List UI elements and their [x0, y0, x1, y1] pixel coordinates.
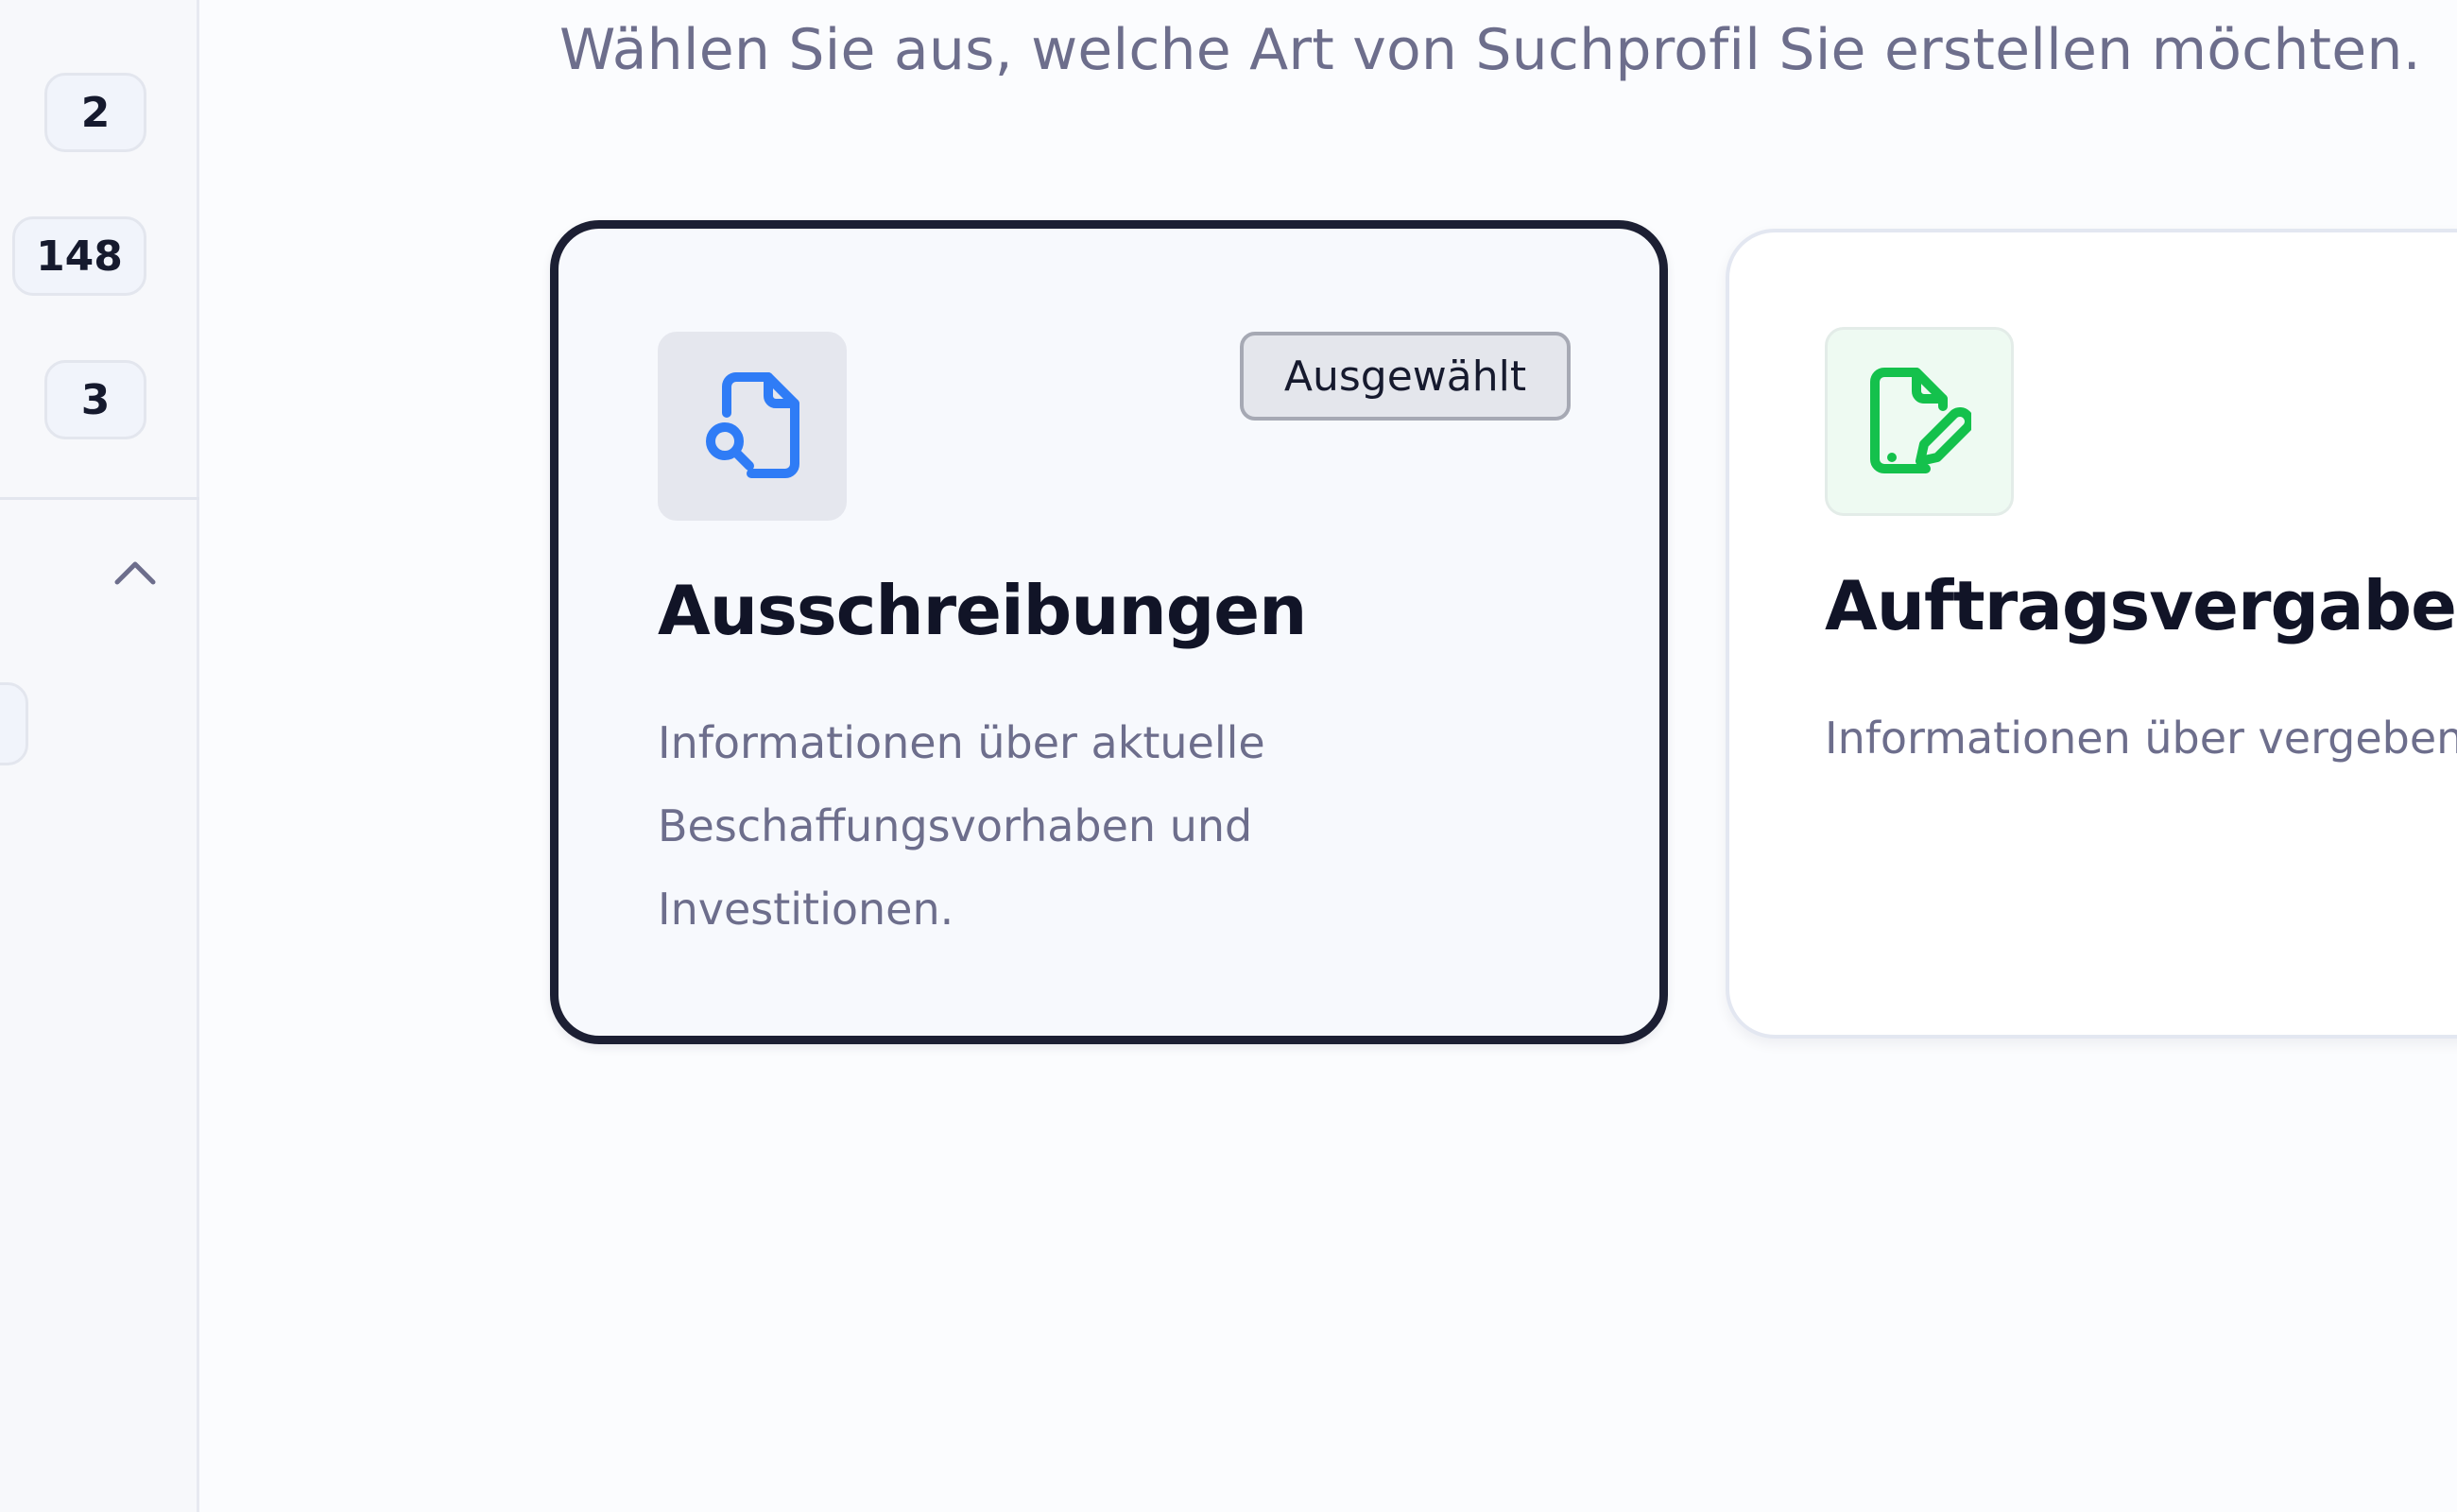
badge-count: 2 — [80, 88, 111, 137]
sidebar: 2 148 3 — [0, 0, 199, 1512]
file-search-icon — [706, 372, 799, 478]
chevron-up-icon[interactable] — [112, 554, 159, 592]
icon-container — [658, 332, 847, 521]
sidebar-divider — [0, 497, 199, 500]
selected-badge: Ausgewählt — [1240, 332, 1571, 421]
sidebar-count-badge[interactable]: 148 — [12, 216, 146, 296]
selected-badge-label: Ausgewählt — [1283, 352, 1527, 401]
sidebar-count-badge[interactable]: 3 — [44, 360, 146, 439]
profile-type-card-auftragsvergaben[interactable]: Auftragsvergaben Informationen über verg… — [1726, 229, 2457, 1039]
search-profile-page: 2 148 3 Wählen Sie aus, welche Art von S… — [0, 0, 2457, 1512]
badge-count: 3 — [80, 375, 111, 424]
icon-container — [1825, 327, 2014, 516]
file-edit-icon — [1870, 368, 1971, 473]
card-title: Auftragsvergaben — [1825, 566, 2457, 645]
badge-count: 148 — [36, 232, 123, 281]
sidebar-count-badge[interactable]: 2 — [44, 73, 146, 152]
profile-type-card-ausschreibungen[interactable]: Ausgewählt Ausschreibungen Informationen… — [550, 220, 1668, 1044]
card-description: Informationen über aktuelle Beschaffungs… — [658, 717, 1265, 935]
card-title: Ausschreibungen — [658, 571, 1307, 650]
sidebar-item-partial[interactable] — [0, 682, 28, 765]
page-subtitle: Wählen Sie aus, welche Art von Suchprofi… — [559, 17, 2421, 83]
card-description: Informationen über vergeben — [1825, 713, 2457, 764]
